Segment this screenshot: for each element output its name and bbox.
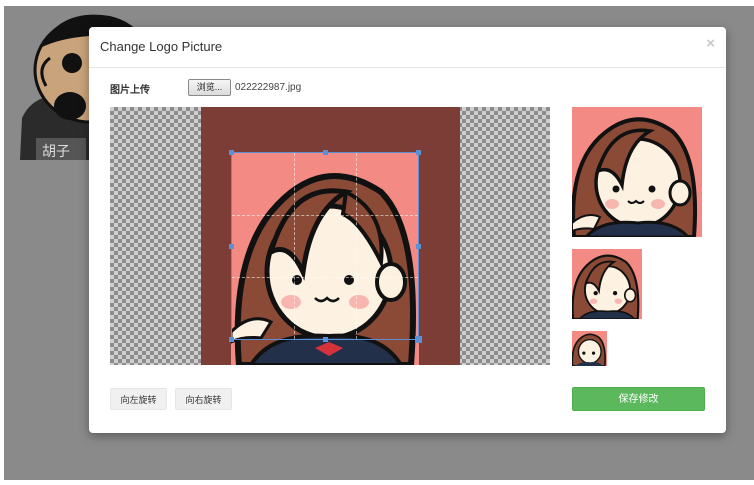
upload-label: 图片上传 bbox=[110, 85, 150, 96]
crop-handle-e[interactable] bbox=[416, 244, 421, 249]
crop-grid-line bbox=[356, 153, 357, 339]
file-name: 022222987.jpg bbox=[235, 82, 302, 93]
crop-selection-box[interactable] bbox=[229, 150, 422, 343]
preview-small bbox=[572, 331, 607, 366]
dialog-title: Change Logo Picture bbox=[100, 39, 223, 54]
page-edge-left bbox=[0, 0, 4, 485]
crop-handle-w[interactable] bbox=[229, 244, 234, 249]
girl-avatar-preview-icon bbox=[572, 331, 607, 366]
change-logo-dialog: Change Logo Picture × 图片上传 浏览... 0222229… bbox=[89, 27, 726, 433]
crop-handle-n[interactable] bbox=[323, 150, 328, 155]
crop-canvas[interactable] bbox=[110, 107, 550, 365]
rotate-left-button[interactable]: 向左旋转 bbox=[110, 388, 167, 410]
save-button[interactable]: 保存修改 bbox=[572, 387, 705, 411]
crop-handle-s[interactable] bbox=[323, 337, 328, 342]
dialog-header: Change Logo Picture × bbox=[89, 27, 726, 68]
crop-grid-line bbox=[294, 153, 295, 339]
browse-button[interactable]: 浏览... bbox=[188, 79, 231, 96]
page-edge-top bbox=[0, 0, 754, 6]
girl-avatar-preview-icon bbox=[572, 107, 702, 237]
avatar-caption: 胡子 bbox=[42, 144, 70, 160]
crop-handle-ne[interactable] bbox=[416, 150, 421, 155]
crop-grid-line bbox=[232, 277, 418, 278]
crop-grid-line bbox=[232, 215, 418, 216]
crop-handle-sw[interactable] bbox=[229, 337, 234, 342]
crop-handle-nw[interactable] bbox=[229, 150, 234, 155]
close-icon[interactable]: × bbox=[706, 36, 715, 51]
crop-handle-se[interactable] bbox=[415, 336, 422, 343]
page-edge-bottom bbox=[0, 480, 754, 485]
rotate-right-button[interactable]: 向右旋转 bbox=[175, 388, 232, 410]
upload-row: 图片上传 浏览... 022222987.jpg bbox=[89, 77, 726, 99]
preview-medium bbox=[572, 249, 642, 319]
girl-avatar-preview-icon bbox=[572, 249, 642, 319]
preview-large bbox=[572, 107, 702, 237]
